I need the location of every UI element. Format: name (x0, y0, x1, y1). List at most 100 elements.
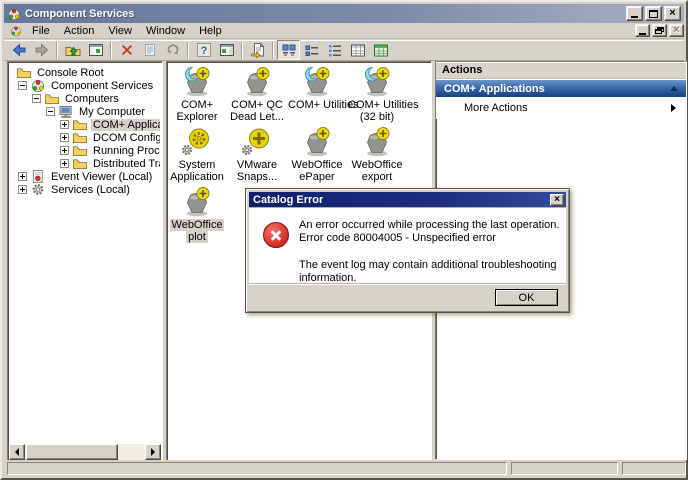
show-console-tree-button[interactable] (84, 40, 107, 60)
help-button[interactable]: ? (192, 40, 215, 60)
menu-help[interactable]: Help (192, 24, 229, 38)
app-item-vmware-snaps[interactable]: VMwareSnaps... (228, 125, 286, 183)
tree-item-console-root[interactable]: Console Root (10, 66, 160, 79)
actions-group-bar[interactable]: COM+ Applications (436, 79, 686, 97)
list-view-button[interactable] (323, 40, 346, 60)
forward-icon (34, 42, 50, 58)
export-list-icon (250, 42, 266, 58)
tree-item-services[interactable]: Services (Local) (10, 183, 160, 196)
tree-item-label: Console Root (35, 67, 106, 79)
tree-item-label: Computers (63, 93, 121, 105)
delete-button[interactable] (115, 40, 138, 60)
show-action-pane-button[interactable] (215, 40, 238, 60)
scroll-left-button[interactable] (9, 444, 25, 460)
tree-item-computers[interactable]: Computers (10, 92, 160, 105)
collapse-icon[interactable] (46, 107, 55, 116)
toolbar-separator (110, 42, 112, 59)
collapse-icon[interactable] (32, 94, 41, 103)
tree-item-dcom-config[interactable]: DCOM Config (10, 131, 160, 144)
action-pane-window-icon (219, 42, 235, 58)
tree-item-running-processes[interactable]: Running Processes (10, 144, 160, 157)
tree-item-label: Services (Local) (49, 184, 132, 196)
close-button[interactable]: × (664, 6, 681, 21)
app-item-weboffice-export[interactable]: WebOfficeexport (348, 125, 406, 183)
tree-item-distributed-transaction[interactable]: Distributed Transac (10, 157, 160, 170)
expand-icon[interactable] (60, 146, 69, 155)
maximize-icon (649, 10, 658, 18)
scrollbar-track[interactable] (118, 444, 145, 460)
expand-icon[interactable] (18, 185, 27, 194)
collapse-chevron-icon[interactable] (670, 82, 678, 91)
mdi-close-button[interactable]: × (669, 24, 684, 37)
back-button[interactable] (7, 40, 30, 60)
tree-item-event-viewer[interactable]: Event Viewer (Local) (10, 170, 160, 183)
collapse-icon[interactable] (18, 81, 27, 90)
up-one-level-icon (65, 42, 81, 58)
refresh-icon (165, 42, 181, 58)
forward-button[interactable] (30, 40, 53, 60)
properties-button[interactable] (138, 40, 161, 60)
app-item-com-explorer[interactable]: COM+Explorer (168, 65, 226, 123)
folder-icon (44, 92, 60, 105)
menu-action[interactable]: Action (57, 24, 102, 38)
tree-item-com-applications[interactable]: COM+ Applications (10, 118, 160, 131)
event-viewer-icon (30, 170, 46, 183)
horizontal-scrollbar[interactable] (9, 444, 161, 460)
more-actions-label: More Actions (464, 102, 528, 114)
app-item-weboffice-plot-selected[interactable]: WebOfficeplot (168, 185, 226, 243)
menu-view[interactable]: View (101, 24, 139, 38)
toolbar-separator (272, 42, 274, 59)
refresh-button[interactable] (161, 40, 184, 60)
console-tree-window-icon (88, 42, 104, 58)
expand-icon[interactable] (60, 120, 69, 129)
status-panel (7, 462, 507, 475)
ok-button[interactable]: OK (495, 289, 558, 306)
scroll-left-icon (11, 448, 19, 456)
error-message-line1: An error occurred while processing the l… (299, 219, 560, 232)
mdi-close-icon: × (673, 26, 679, 35)
export-list-button[interactable] (246, 40, 269, 60)
scrollbar-thumb[interactable] (26, 444, 118, 460)
small-icons-view-button[interactable] (300, 40, 323, 60)
app-label: COM+ Utilities (288, 99, 346, 111)
large-icons-view-button[interactable] (277, 40, 300, 60)
app-item-com-utilities[interactable]: COM+ Utilities (288, 65, 346, 111)
minimize-button[interactable] (626, 6, 643, 21)
com-app-icon (360, 65, 394, 97)
status-panel (511, 462, 618, 475)
mdi-restore-button[interactable] (652, 24, 667, 37)
menu-file[interactable]: File (25, 24, 57, 38)
toolbar-separator (187, 42, 189, 59)
expand-icon[interactable] (18, 172, 27, 181)
app-label: COM+ QC (228, 99, 286, 111)
actions-header: Actions (436, 62, 686, 79)
dialog-titlebar[interactable]: Catalog Error × (249, 192, 566, 207)
dialog-close-button[interactable]: × (550, 194, 564, 206)
status-view-button[interactable] (369, 40, 392, 60)
small-icons-view-icon (304, 43, 320, 58)
menu-window[interactable]: Window (139, 24, 192, 38)
tree-item-my-computer[interactable]: My Computer (10, 105, 160, 118)
details-view-button[interactable] (346, 40, 369, 60)
submenu-arrow-icon (671, 104, 680, 112)
scroll-right-button[interactable] (145, 444, 161, 460)
menu-bar: File Action View Window Help × (4, 23, 684, 39)
dialog-body: An error occurred while processing the l… (249, 207, 566, 283)
error-message-line3: The event log may contain additional tro… (299, 259, 560, 285)
expand-icon[interactable] (60, 133, 69, 142)
vmware-app-icon (240, 125, 274, 157)
folder-icon (72, 144, 88, 157)
tree-item-component-services[interactable]: Component Services (10, 79, 160, 92)
app-label: COM+ (168, 99, 226, 111)
app-item-com-qc-dead-letter[interactable]: COM+ QCDead Let... (228, 65, 286, 123)
app-item-com-utilities-32[interactable]: COM+ Utilities(32 bit) (348, 65, 406, 123)
more-actions-item[interactable]: More Actions (436, 97, 686, 119)
maximize-button[interactable] (645, 6, 662, 21)
dialog-title: Catalog Error (253, 194, 550, 206)
expand-icon[interactable] (60, 159, 69, 168)
window-titlebar[interactable]: Component Services × (4, 4, 684, 23)
app-item-weboffice-epaper[interactable]: WebOfficeePaper (288, 125, 346, 183)
up-one-level-button[interactable] (61, 40, 84, 60)
mdi-minimize-button[interactable] (635, 24, 650, 37)
app-item-system-application[interactable]: SystemApplication (168, 125, 226, 183)
